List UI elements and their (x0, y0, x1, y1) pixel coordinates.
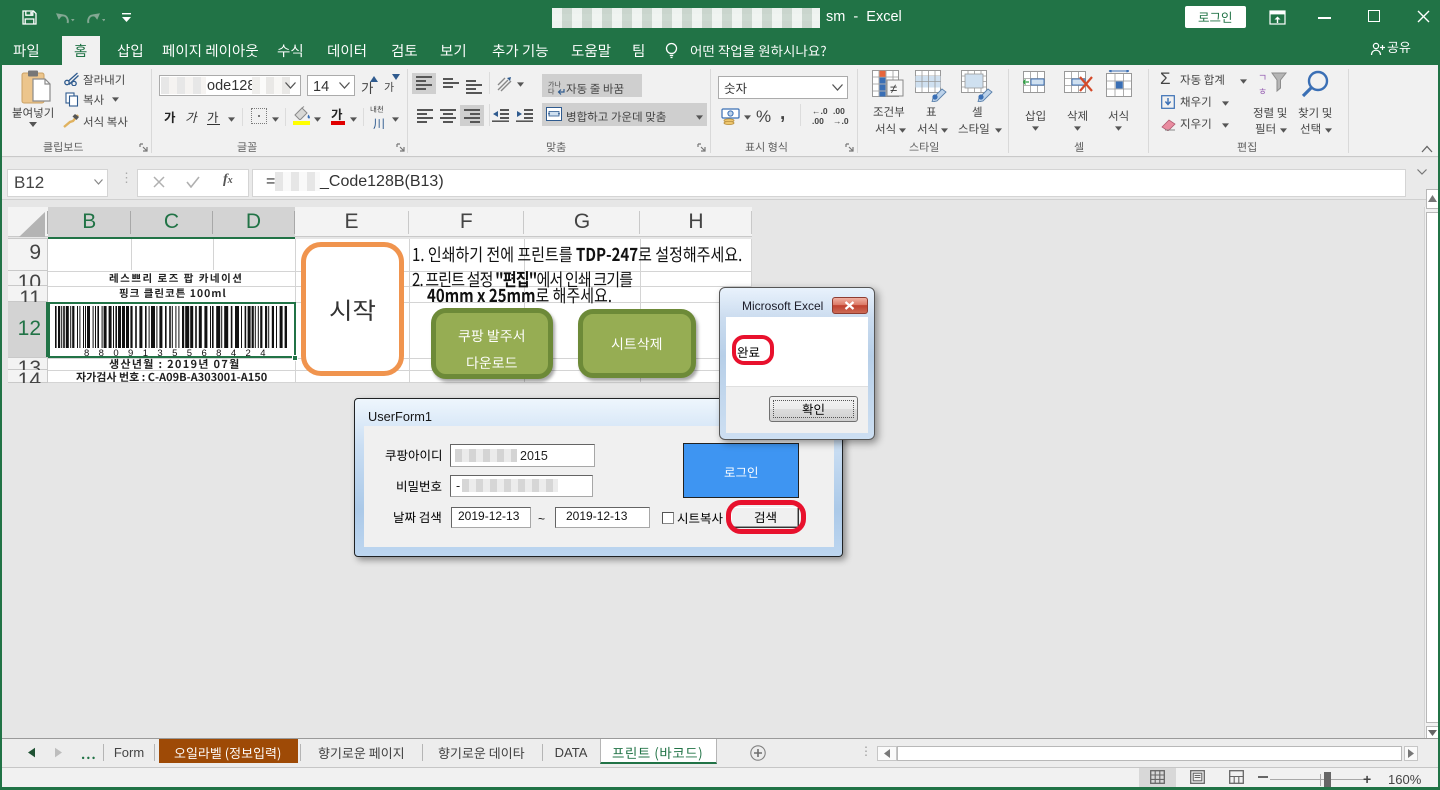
svg-text:≠: ≠ (890, 81, 897, 96)
